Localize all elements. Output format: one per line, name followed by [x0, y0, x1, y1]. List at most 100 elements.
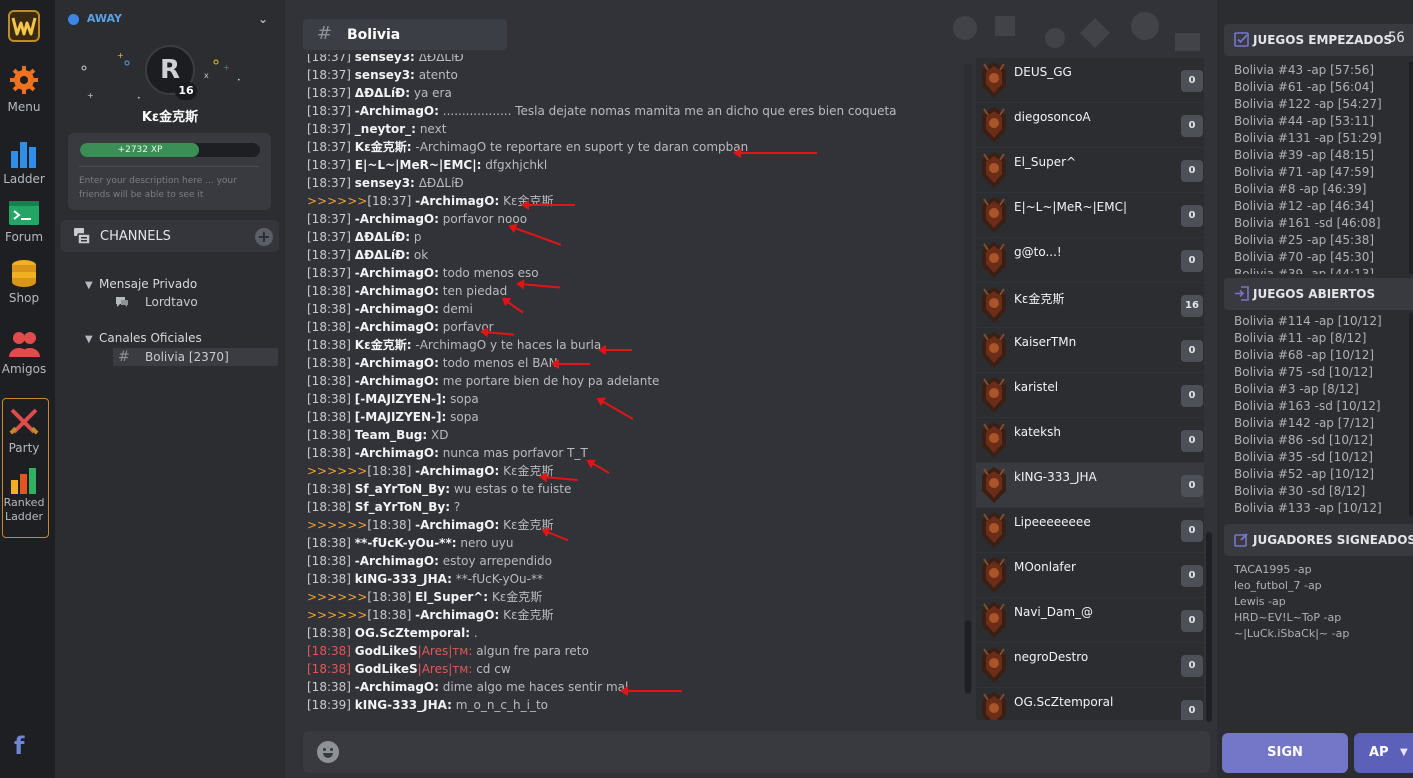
- message-user[interactable]: -ArchimagO:: [355, 356, 439, 370]
- scrollbar-thumb[interactable]: [965, 620, 971, 694]
- message-user[interactable]: [-MAJIZYEN-]:: [355, 392, 447, 406]
- game-list-item[interactable]: Bolivia #25 -ap [45:38]: [1234, 232, 1413, 249]
- open-games-scrollbar[interactable]: [1409, 313, 1413, 517]
- message-user[interactable]: -ArchimagO:: [355, 302, 439, 316]
- message-user[interactable]: Sf_aYrToN_By:: [355, 482, 450, 496]
- signed-players-header[interactable]: JUGADORES SIGNEADOS [5/: [1224, 524, 1413, 556]
- game-list-item[interactable]: Bolivia #86 -sd [10/12]: [1234, 432, 1413, 449]
- open-games-header[interactable]: JUEGOS ABIERTOS: [1224, 278, 1413, 310]
- user-row[interactable]: g@to...! 0: [976, 238, 1204, 282]
- game-list-item[interactable]: Bolivia #61 -ap [56:04]: [1234, 79, 1413, 96]
- add-channel-button[interactable]: +: [255, 228, 273, 246]
- user-row[interactable]: Kɛ金克斯 16: [976, 283, 1204, 327]
- message-user[interactable]: -ArchimagO:: [355, 212, 439, 226]
- game-list-item[interactable]: Bolivia #11 -ap [8/12]: [1234, 330, 1413, 347]
- shop-button[interactable]: Shop: [0, 259, 48, 305]
- user-row[interactable]: Navi_Dam_@ 0: [976, 598, 1204, 642]
- game-list-item[interactable]: Bolivia #142 -ap [7/12]: [1234, 415, 1413, 432]
- started-games-header[interactable]: JUEGOS EMPEZADOS 56: [1224, 24, 1413, 56]
- group-private-messages[interactable]: ▼ Mensaje Privado: [85, 277, 197, 291]
- game-list-item[interactable]: Bolivia #114 -ap [10/12]: [1234, 313, 1413, 330]
- message-user[interactable]: -ArchimagO:: [355, 680, 439, 694]
- game-list-item[interactable]: Bolivia #44 -ap [53:11]: [1234, 113, 1413, 130]
- game-list-item[interactable]: Bolivia #39 -ap [44:13]: [1234, 266, 1413, 274]
- message-input[interactable]: [303, 731, 1210, 773]
- game-list-item[interactable]: Bolivia #52 -ap [10/12]: [1234, 466, 1413, 483]
- user-row[interactable]: DEUS_GG 0: [976, 58, 1204, 102]
- game-list-item[interactable]: Bolivia #12 -ap [46:34]: [1234, 198, 1413, 215]
- game-list-item[interactable]: Bolivia #8 -ap [46:39]: [1234, 181, 1413, 198]
- channel-item-lordtavo[interactable]: Lordtavo: [116, 293, 277, 311]
- sign-button[interactable]: SIGN: [1222, 733, 1348, 773]
- message-user[interactable]: GodLikeS: [355, 644, 418, 658]
- message-user[interactable]: kING-333_JHA:: [355, 698, 452, 712]
- message-user[interactable]: -ArchimagO:: [355, 374, 439, 388]
- message-user[interactable]: Sf_aYrToN_By:: [355, 500, 450, 514]
- user-row[interactable]: Lipeeeeeeee 0: [976, 508, 1204, 552]
- game-list-item[interactable]: TACA1995 -ap: [1234, 562, 1413, 578]
- message-user[interactable]: -ArchimagO:: [415, 464, 499, 478]
- user-row[interactable]: kING-333_JHA 0: [976, 463, 1204, 507]
- mode-select[interactable]: AP ▼: [1354, 733, 1413, 773]
- message-user[interactable]: Team_Bug:: [355, 428, 427, 442]
- message-user[interactable]: sensey3:: [355, 68, 415, 82]
- message-user[interactable]: -ArchimagO:: [415, 194, 499, 208]
- message-user[interactable]: GodLikeS: [355, 662, 418, 676]
- user-list-scrollbar[interactable]: [1206, 532, 1212, 722]
- ranked-ladder-button[interactable]: Ranked Ladder: [0, 466, 48, 524]
- game-list-item[interactable]: Bolivia #43 -ap [57:56]: [1234, 62, 1413, 79]
- facebook-icon[interactable]: f: [14, 732, 24, 760]
- game-list-item[interactable]: ~|LuCk.iSbaCk|~ -ap: [1234, 626, 1413, 642]
- message-user[interactable]: -ArchimagO:: [355, 446, 439, 460]
- message-user[interactable]: -ArchimagO:: [355, 266, 439, 280]
- message-user[interactable]: -ArchimagO:: [415, 608, 499, 622]
- description-field[interactable]: Enter your description here ... your fri…: [79, 174, 264, 202]
- user-row[interactable]: OG.ScZtemporal 0: [976, 688, 1204, 720]
- message-user[interactable]: E|~L~|MeR~|EMC|:: [355, 158, 482, 172]
- message-user[interactable]: -ArchimagO:: [415, 518, 499, 532]
- message-user[interactable]: [-MAJIZYEN-]:: [355, 410, 447, 424]
- wc3-logo-icon[interactable]: [8, 10, 40, 42]
- message-user[interactable]: ΔĐΔLíĐ:: [355, 230, 410, 244]
- message-user[interactable]: _neytor_:: [355, 122, 416, 136]
- started-games-scrollbar[interactable]: [1409, 62, 1413, 274]
- channels-header[interactable]: CHANNELS +: [61, 220, 279, 252]
- message-user[interactable]: OG.ScZtemporal:: [355, 626, 470, 640]
- message-user[interactable]: ΔĐΔLíĐ:: [355, 248, 410, 262]
- message-user[interactable]: ΔĐΔLíĐ:: [355, 86, 410, 100]
- game-list-item[interactable]: Bolivia #35 -sd [10/12]: [1234, 449, 1413, 466]
- user-row[interactable]: MOonlafer 0: [976, 553, 1204, 597]
- message-user[interactable]: -ArchimagO:: [355, 554, 439, 568]
- message-user[interactable]: Kɛ金克斯:: [355, 140, 412, 154]
- game-list-item[interactable]: Bolivia #71 -ap [47:59]: [1234, 164, 1413, 181]
- game-list-item[interactable]: Bolivia #131 -ap [51:29]: [1234, 130, 1413, 147]
- message-user[interactable]: Kɛ金克斯:: [355, 338, 412, 352]
- message-user[interactable]: El_Super^:: [415, 590, 488, 604]
- amigos-button[interactable]: Amigos: [0, 330, 48, 376]
- game-list-item[interactable]: Bolivia #163 -sd [10/12]: [1234, 398, 1413, 415]
- user-row[interactable]: negroDestro 0: [976, 643, 1204, 687]
- message-user[interactable]: **-fUcK-yOu-**:: [355, 536, 457, 550]
- party-button[interactable]: Party: [0, 407, 48, 455]
- ladder-button[interactable]: Ladder: [0, 138, 48, 186]
- game-list-item[interactable]: Bolivia #30 -sd [8/12]: [1234, 483, 1413, 500]
- message-user[interactable]: sensey3:: [355, 176, 415, 190]
- user-row[interactable]: KaiserTMn 0: [976, 328, 1204, 372]
- game-list-item[interactable]: Bolivia #161 -sd [46:08]: [1234, 215, 1413, 232]
- game-list-item[interactable]: Bolivia #75 -sd [10/12]: [1234, 364, 1413, 381]
- game-list-item[interactable]: Bolivia #122 -ap [54:27]: [1234, 96, 1413, 113]
- chat-scrollbar[interactable]: [964, 64, 972, 694]
- message-user[interactable]: sensey3:: [355, 54, 415, 64]
- user-row[interactable]: kateksh 0: [976, 418, 1204, 462]
- user-row[interactable]: E|~L~|MeR~|EMC| 0: [976, 193, 1204, 237]
- user-row[interactable]: karistel 0: [976, 373, 1204, 417]
- status-selector[interactable]: AWAY ⌄: [68, 12, 268, 30]
- user-row[interactable]: diegosoncoA 0: [976, 103, 1204, 147]
- game-list-item[interactable]: Lewis -ap: [1234, 594, 1413, 610]
- game-list-item[interactable]: HRD~EV!L~ToP -ap: [1234, 610, 1413, 626]
- game-list-item[interactable]: Bolivia #68 -ap [10/12]: [1234, 347, 1413, 364]
- game-list-item[interactable]: leo_futbol_7 -ap: [1234, 578, 1413, 594]
- menu-button[interactable]: Menu: [0, 64, 48, 114]
- message-user[interactable]: -ArchimagO:: [355, 104, 439, 118]
- game-list-item[interactable]: Bolivia #133 -ap [10/12]: [1234, 500, 1413, 517]
